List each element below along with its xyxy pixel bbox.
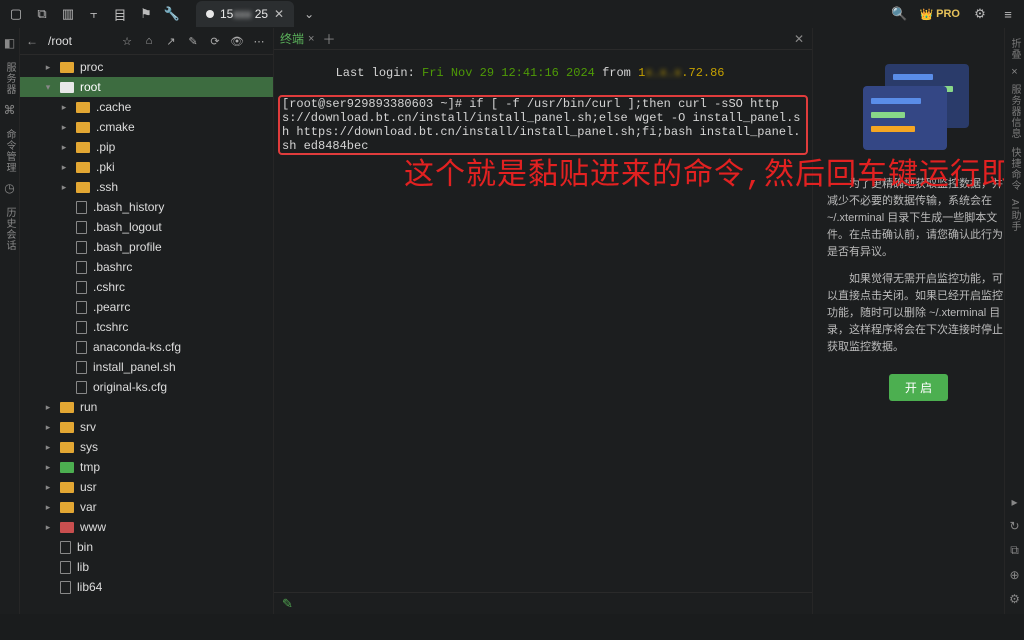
pro-badge[interactable]: 👑 PRO — [919, 8, 960, 21]
tree-item-.bash_profile[interactable]: ▸.bash_profile — [20, 237, 273, 257]
icon-wrench[interactable]: 🔧 — [164, 6, 180, 22]
new-tab-icon[interactable]: ＋ — [322, 29, 335, 48]
tree-item-anaconda-ks.cfg[interactable]: ▸anaconda-ks.cfg — [20, 337, 273, 357]
rr-close-icon[interactable]: × — [1011, 66, 1017, 78]
rr-ai[interactable]: AI助手 — [1007, 199, 1022, 232]
tab-label: 15xxx 25 — [220, 7, 268, 21]
menu-icon[interactable]: ≡ — [1000, 6, 1016, 22]
star-icon[interactable]: ☆ — [119, 33, 135, 49]
rr-server-info[interactable]: 服务器信息 — [1007, 84, 1022, 139]
tree-item-.cmake[interactable]: ▸.cmake — [20, 117, 273, 137]
panel-close-icon[interactable]: ✕ — [794, 32, 804, 46]
tree-item-.bashrc[interactable]: ▸.bashrc — [20, 257, 273, 277]
tree-item-.bash_logout[interactable]: ▸.bash_logout — [20, 217, 273, 237]
home-icon[interactable]: ⌂ — [141, 33, 157, 49]
server-icon[interactable]: ◧ — [4, 36, 15, 50]
rr-icon-1[interactable]: ▸ — [1011, 495, 1017, 509]
titlebar: ▢ ⧉ ▥ ⫟ 目 ⚑ 🔧 15xxx 25 ✕ ⌄ 🔍 👑 PRO ⚙ ≡ — [0, 0, 1024, 28]
tree-item-bin[interactable]: ▸bin — [20, 537, 273, 557]
icon-list[interactable]: 目 — [112, 6, 128, 22]
icon-box[interactable]: ▢ — [8, 6, 24, 22]
tree-item-.cshrc[interactable]: ▸.cshrc — [20, 277, 273, 297]
tree-item-.pearrc[interactable]: ▸.pearrc — [20, 297, 273, 317]
terminal-tab[interactable]: 终端× — [280, 30, 314, 47]
rr-icon-3[interactable]: ⧉ — [1010, 543, 1019, 558]
rail-label-history[interactable]: 历史会话 — [2, 207, 17, 251]
file-tree[interactable]: ▸proc▾root▸.cache▸.cmake▸.pip▸.pki▸.ssh▸… — [20, 55, 273, 614]
tree-item-sys[interactable]: ▸sys — [20, 437, 273, 457]
gear-icon[interactable]: ⚙ — [972, 6, 988, 22]
rr-collapse[interactable]: 折叠 — [1007, 38, 1022, 60]
back-icon[interactable]: ← — [26, 34, 40, 48]
locate-icon[interactable]: ↗ — [163, 33, 179, 49]
cmd-icon[interactable]: ⌘ — [4, 103, 16, 117]
footer-pen-icon[interactable]: ✎ — [282, 596, 293, 612]
tree-item-original-ks.cfg[interactable]: ▸original-ks.cfg — [20, 377, 273, 397]
terminal-footer: ✎ — [274, 592, 812, 614]
history-icon[interactable]: ◷ — [4, 181, 14, 195]
command-line: [root@ser929893380603 ~]# if [ -f /usr/b… — [282, 97, 804, 153]
left-rail: ◧ 服务器 ⌘ 命令管理 ◷ 历史会话 — [0, 28, 20, 614]
icon-flag[interactable]: ⚑ — [138, 6, 154, 22]
terminal[interactable]: Last login: Fri Nov 29 12:41:16 2024 fro… — [274, 50, 812, 592]
more-icon[interactable]: ⋯ — [251, 33, 267, 49]
close-icon[interactable]: ✕ — [274, 7, 284, 21]
rr-icon-2[interactable]: ↻ — [1009, 519, 1019, 533]
bottom-bar — [0, 614, 1024, 640]
path-input[interactable]: /root — [44, 32, 115, 50]
eye-icon[interactable]: 👁 — [229, 33, 245, 49]
tree-item-.pki[interactable]: ▸.pki — [20, 157, 273, 177]
tree-item-install_panel.sh[interactable]: ▸install_panel.sh — [20, 357, 273, 377]
command-highlight-box: [root@ser929893380603 ~]# if [ -f /usr/b… — [278, 95, 808, 155]
icon-copy[interactable]: ⧉ — [34, 6, 50, 22]
icon-split[interactable]: ⫟ — [86, 6, 102, 22]
rail-label-server[interactable]: 服务器 — [2, 62, 17, 95]
tab-dropdown[interactable]: ⌄ — [300, 1, 318, 27]
tree-item-.bash_history[interactable]: ▸.bash_history — [20, 197, 273, 217]
tree-item-var[interactable]: ▸var — [20, 497, 273, 517]
search-icon[interactable]: 🔍 — [891, 6, 907, 22]
tree-item-proc[interactable]: ▸proc — [20, 57, 273, 77]
tree-item-srv[interactable]: ▸srv — [20, 417, 273, 437]
tree-item-lib[interactable]: ▸lib — [20, 557, 273, 577]
rail-label-cmd[interactable]: 命令管理 — [2, 129, 17, 173]
info-panel: 为了更精确地获取监控数据，并减少不必要的数据传输，系统会在 ~/.xtermin… — [812, 28, 1024, 614]
rr-quick-cmd[interactable]: 快捷命令 — [1007, 147, 1022, 191]
tree-item-run[interactable]: ▸run — [20, 397, 273, 417]
info-text-2: 如果觉得无需开启监控功能，可以直接点击关闭。如果已经开启监控功能，随时可以删除 … — [821, 271, 1016, 356]
icon-columns[interactable]: ▥ — [60, 6, 76, 22]
tree-item-.pip[interactable]: ▸.pip — [20, 137, 273, 157]
refresh-icon[interactable]: ⟳ — [207, 33, 223, 49]
tree-item-.cache[interactable]: ▸.cache — [20, 97, 273, 117]
rr-icon-4[interactable]: ⊕ — [1009, 568, 1019, 582]
tree-item-usr[interactable]: ▸usr — [20, 477, 273, 497]
annotation-overlay: 这个就是黏贴进来的命令,然后回车键运行即可 — [404, 170, 1024, 184]
tree-item-.tcshrc[interactable]: ▸.tcshrc — [20, 317, 273, 337]
tree-item-lib64[interactable]: ▸lib64 — [20, 577, 273, 597]
edit-icon[interactable]: ✎ — [185, 33, 201, 49]
tree-item-tmp[interactable]: ▸tmp — [20, 457, 273, 477]
right-rail: 折叠 × 服务器信息 快捷命令 AI助手 ▸ ↻ ⧉ ⊕ ⚙ — [1004, 28, 1024, 614]
center-panel: 终端× ＋ ✕ Last login: Fri Nov 29 12:41:16 … — [274, 28, 812, 614]
file-sidebar: ← /root ☆ ⌂ ↗ ✎ ⟳ 👁 ⋯ ▸proc▾root▸.cache▸… — [20, 28, 274, 614]
open-button[interactable]: 开 启 — [889, 374, 948, 401]
dot-icon — [206, 10, 214, 18]
tree-item-root[interactable]: ▾root — [20, 77, 273, 97]
tree-item-.ssh[interactable]: ▸.ssh — [20, 177, 273, 197]
rr-icon-5[interactable]: ⚙ — [1009, 592, 1020, 606]
tab-session[interactable]: 15xxx 25 ✕ — [196, 1, 294, 27]
login-line: Last login: Fri Nov 29 12:41:16 2024 fro… — [278, 52, 808, 94]
tab-close-icon[interactable]: × — [308, 33, 314, 45]
tree-item-www[interactable]: ▸www — [20, 517, 273, 537]
illustration — [849, 58, 989, 158]
